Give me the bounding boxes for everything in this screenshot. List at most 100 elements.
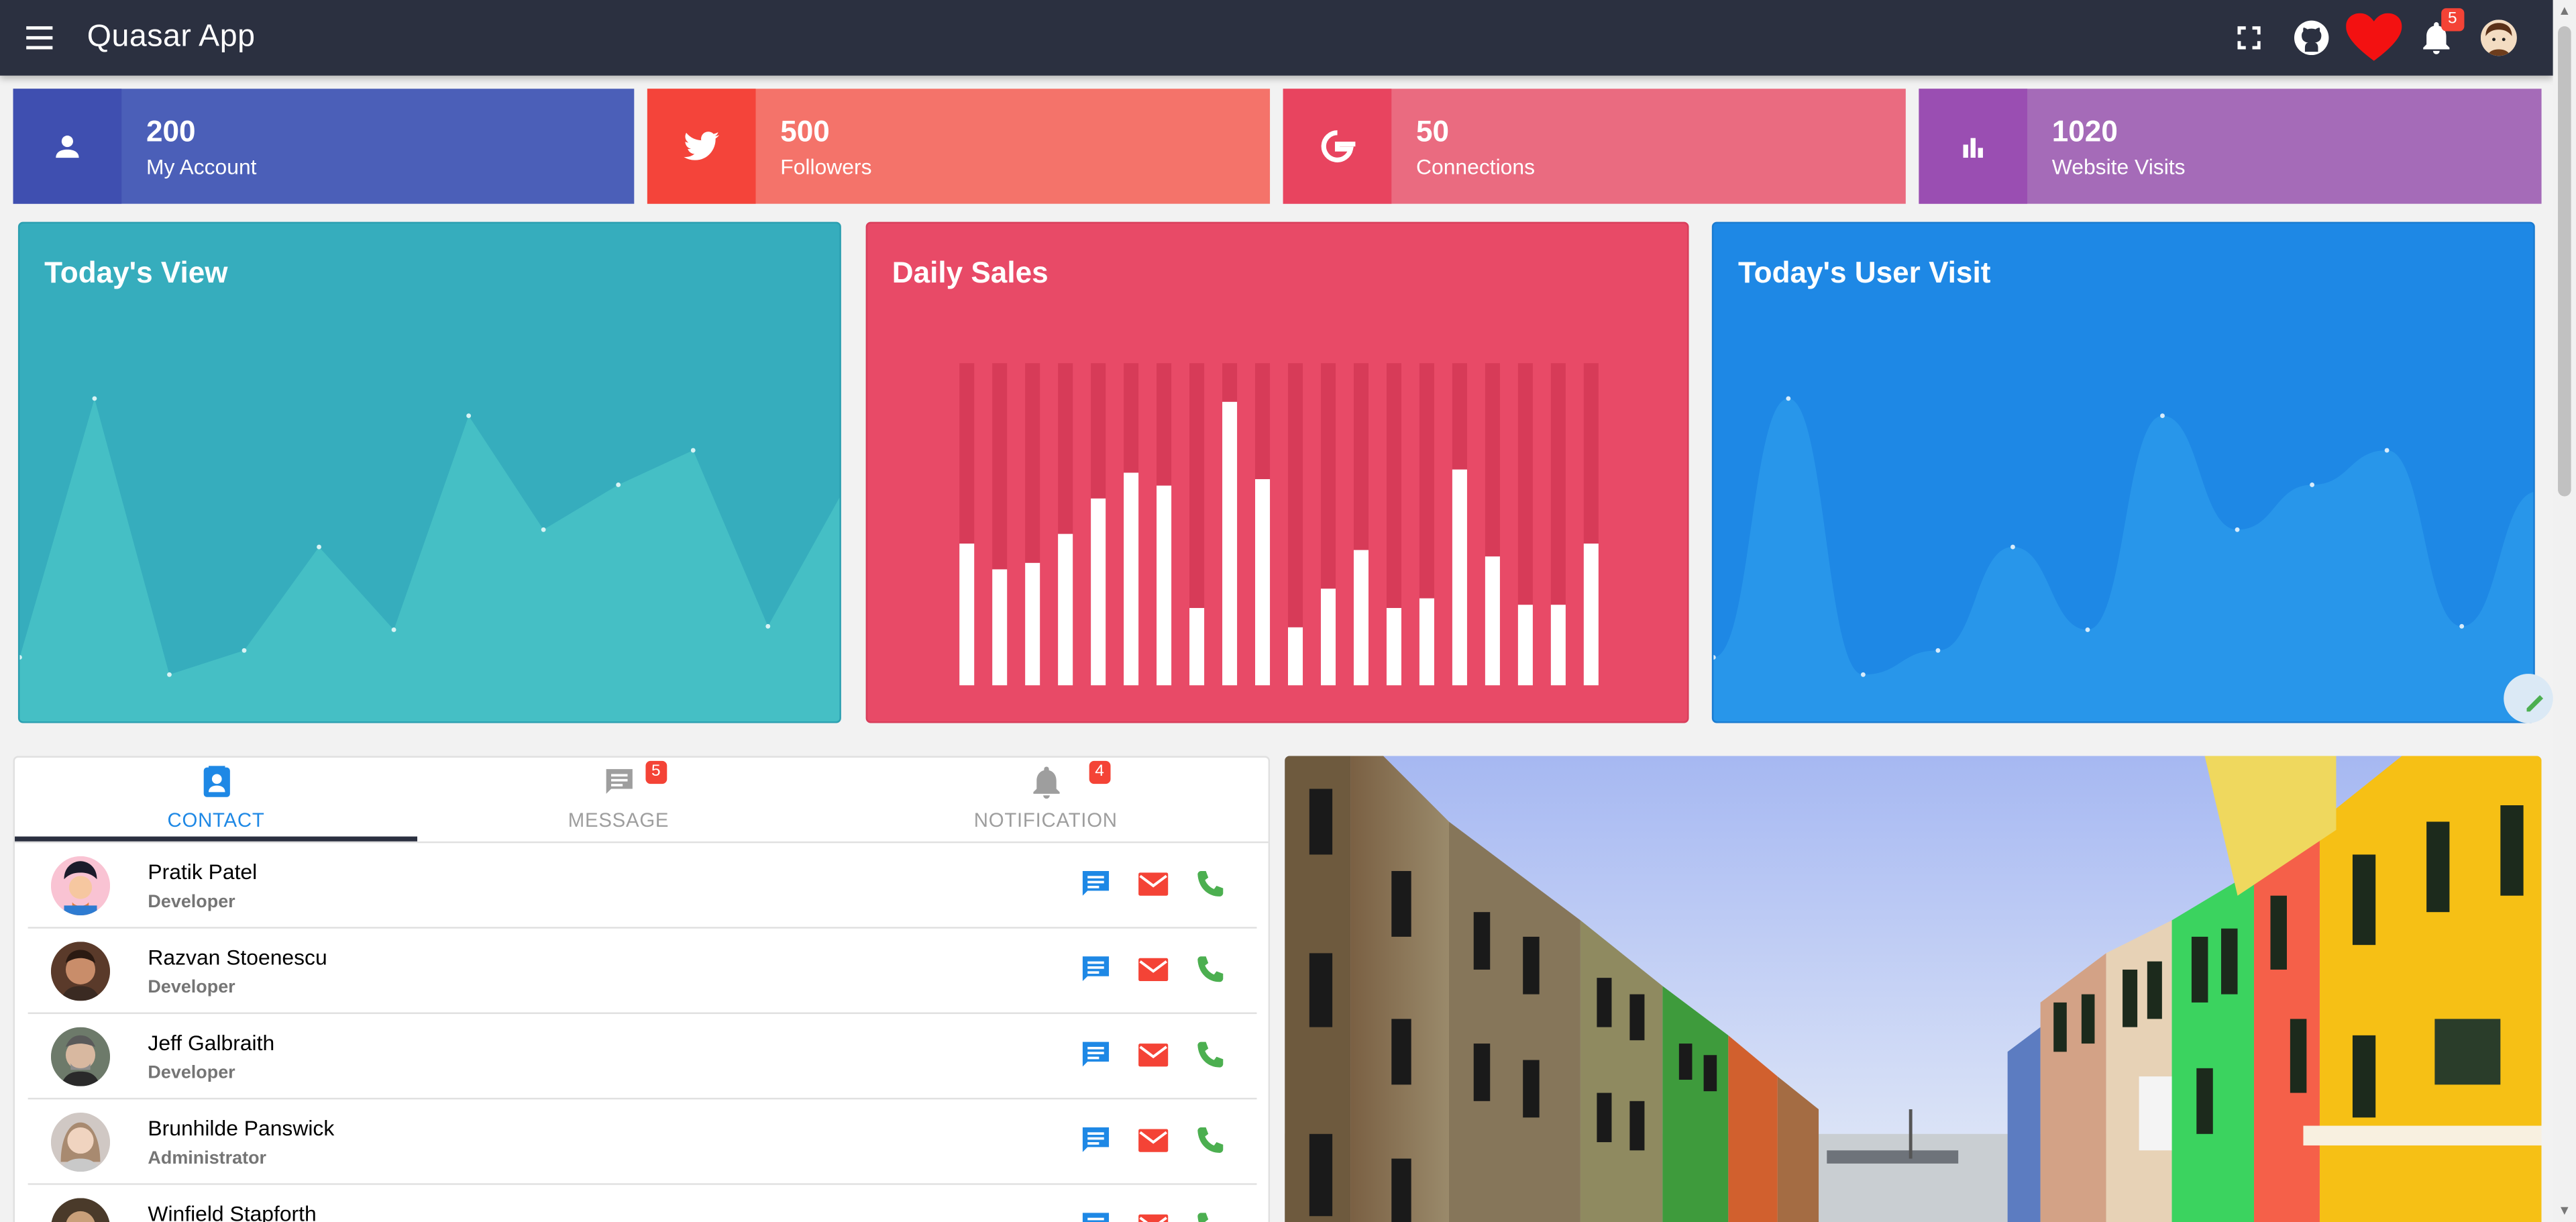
contact-row[interactable]: Brunhilde Panswick Administrator <box>28 1099 1257 1185</box>
heart-icon[interactable] <box>2343 0 2405 76</box>
contact-icon <box>200 766 233 799</box>
bar <box>1353 550 1369 686</box>
chat-icon[interactable] <box>1079 953 1112 986</box>
email-icon[interactable] <box>1137 1039 1170 1072</box>
daily-sales-card: Daily Sales <box>865 221 1689 723</box>
bar <box>1583 544 1599 686</box>
contact-role: Administrator <box>148 1148 267 1169</box>
phone-icon[interactable] <box>1194 1124 1227 1157</box>
daily-sales-chart <box>959 363 1599 686</box>
stat-value: 500 <box>780 115 830 148</box>
chat-icon[interactable] <box>1079 1124 1112 1157</box>
notifications-icon[interactable]: 5 <box>2405 0 2467 76</box>
data-point <box>92 396 97 401</box>
page-scrollbar[interactable]: ▲ ▼ <box>2553 0 2576 1222</box>
data-point <box>541 527 546 532</box>
phone-icon[interactable] <box>1194 1209 1227 1222</box>
email-icon[interactable] <box>1137 1209 1170 1222</box>
tab-label: CONTACT <box>167 808 265 832</box>
stat-card-followers[interactable]: 500 Followers <box>647 89 1271 204</box>
twitter-icon <box>647 89 756 204</box>
contact-name: Brunhilde Panswick <box>148 1115 335 1141</box>
phone-icon[interactable] <box>1194 1039 1227 1072</box>
bar <box>1386 608 1401 686</box>
contact-row[interactable]: Winfield Stapforth <box>28 1185 1257 1222</box>
stat-card-connections[interactable]: 50 Connections <box>1283 89 1906 204</box>
bar <box>1255 479 1271 686</box>
bar <box>1025 562 1040 686</box>
contact-name: Pratik Patel <box>148 859 258 884</box>
email-icon[interactable] <box>1137 868 1170 901</box>
notification-tab-badge: 4 <box>1088 760 1112 784</box>
contact-name: Razvan Stoenescu <box>148 945 327 970</box>
menu-icon[interactable] <box>23 19 62 56</box>
user-visit-chart <box>1713 396 2534 722</box>
tab-contact[interactable]: CONTACT <box>15 758 417 842</box>
tab-label: NOTIFICATION <box>973 808 1118 832</box>
app-title: Quasar App <box>87 19 256 54</box>
chat-icon[interactable] <box>1079 1209 1112 1222</box>
stat-label: Connections <box>1416 154 1536 179</box>
todays-view-card: Today's View <box>17 221 841 723</box>
contact-name: Jeff Galbraith <box>148 1030 275 1056</box>
scroll-up-arrow-icon[interactable]: ▲ <box>2558 4 2571 18</box>
data-point <box>2459 623 2465 629</box>
data-point <box>2310 482 2315 487</box>
bar <box>1288 627 1303 686</box>
data-point <box>391 627 396 632</box>
user-avatar[interactable] <box>2467 0 2530 76</box>
stat-card-visits[interactable]: 1020 Website Visits <box>1919 89 2542 204</box>
scroll-down-arrow-icon[interactable]: ▼ <box>2558 1204 2571 1218</box>
phone-icon[interactable] <box>1194 953 1227 986</box>
contact-role: Developer <box>148 978 235 998</box>
data-point <box>2085 627 2090 632</box>
contact-row[interactable]: Jeff Galbraith Developer <box>28 1014 1257 1100</box>
stat-label: Followers <box>780 154 872 179</box>
user-visit-card: Today's User Visit <box>1711 221 2535 723</box>
bar <box>1091 498 1106 686</box>
stat-label: Website Visits <box>2051 154 2186 179</box>
stat-card-account[interactable]: 200 My Account <box>13 89 635 204</box>
stat-value: 50 <box>1416 115 1450 148</box>
github-icon[interactable] <box>2280 0 2343 76</box>
contact-avatar <box>50 941 111 1001</box>
bar <box>1124 472 1139 686</box>
email-icon[interactable] <box>1137 953 1170 986</box>
data-point <box>690 448 696 453</box>
scroll-thumb[interactable] <box>2558 26 2571 497</box>
data-point <box>317 544 321 550</box>
email-icon[interactable] <box>1137 1124 1170 1157</box>
data-point <box>765 623 771 629</box>
edit-fab-button[interactable] <box>2504 674 2553 723</box>
data-point <box>1786 396 1791 401</box>
message-badge: 5 <box>645 760 668 784</box>
burano-photo <box>1285 756 2542 1222</box>
bar <box>959 544 975 686</box>
data-point <box>167 672 172 677</box>
bar-chart-icon <box>1919 89 2028 204</box>
contact-avatar <box>50 1112 111 1172</box>
chat-icon[interactable] <box>1079 1039 1112 1072</box>
google-icon <box>1283 89 1392 204</box>
bar <box>1320 589 1336 686</box>
chat-icon[interactable] <box>1079 868 1112 901</box>
data-point <box>466 413 472 419</box>
bar <box>1058 533 1073 686</box>
contact-avatar <box>50 1027 111 1086</box>
data-point <box>2384 448 2390 453</box>
data-point <box>1860 672 1866 677</box>
data-point <box>2160 413 2165 419</box>
fullscreen-icon[interactable] <box>2218 0 2280 76</box>
contact-row[interactable]: Pratik Patel Developer <box>28 843 1257 929</box>
contact-row[interactable]: Razvan Stoenescu Developer <box>28 929 1257 1015</box>
data-point <box>616 482 621 487</box>
bar <box>1419 598 1434 686</box>
active-tab-indicator <box>15 836 418 842</box>
contact-role: Developer <box>148 1063 235 1083</box>
tab-message[interactable]: 5 MESSAGE <box>417 758 820 842</box>
stat-label: My Account <box>146 154 257 179</box>
tab-notification[interactable]: 4 NOTIFICATION <box>820 758 1271 842</box>
phone-icon[interactable] <box>1194 868 1227 901</box>
contacts-panel: CONTACT 5 MESSAGE 4 NOTIFICATION Pratik … <box>13 756 1271 1222</box>
area-series <box>1713 398 2534 722</box>
